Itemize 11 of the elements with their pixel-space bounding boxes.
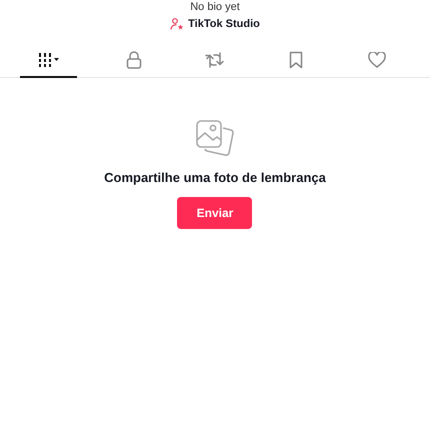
photos-icon [196,120,234,158]
send-button[interactable]: Enviar [177,197,252,229]
creator-icon [170,18,184,30]
empty-message: Compartilhe uma foto de lembrança [104,170,326,185]
lock-icon [126,51,142,69]
bio-text: No bio yet [190,1,240,14]
studio-link[interactable]: TikTok Studio [170,18,260,30]
heart-icon [368,52,386,68]
repost-icon [204,52,224,68]
grid-icon [38,52,60,68]
bookmark-icon [288,51,302,69]
